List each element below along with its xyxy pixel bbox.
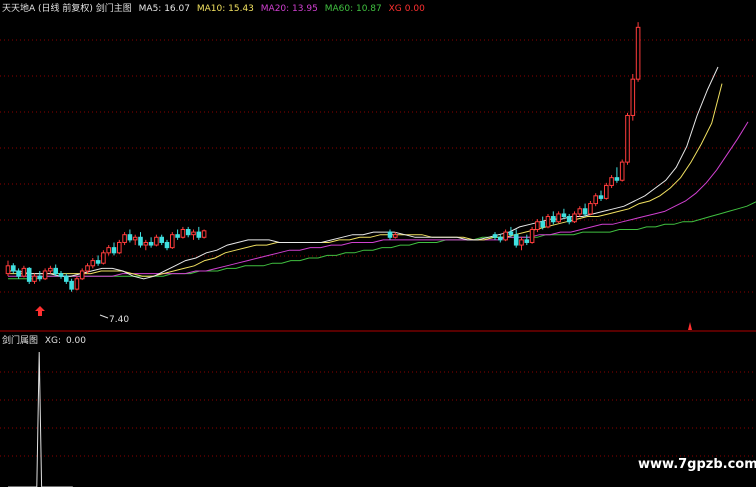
ma5-value: 16.07 [164,4,190,14]
candle [492,234,498,238]
candle [588,203,593,215]
ma20-value: 13.95 [292,4,318,14]
candle [519,239,524,246]
candle [164,241,170,249]
candle [101,252,106,264]
candle [122,234,127,243]
candle [16,270,21,277]
candle [577,208,583,215]
candle [53,267,59,275]
ma60-label: MA60 [325,4,351,14]
sub-title: 剑门属图 [2,334,38,346]
candle [32,275,37,282]
sub-xg-value: 0.00 [66,336,86,346]
low-annotation-leader [99,314,109,319]
candle [69,280,74,290]
watermark: www.7gpzb.com [638,457,756,472]
candle [513,234,519,246]
candle [185,229,191,236]
candle [201,230,207,238]
candle [42,270,48,280]
candle [561,213,567,218]
xg-label: XG [389,4,402,14]
ma10-label: MA10 [197,4,223,14]
ma20-label: MA20 [261,4,287,14]
ma60-value: 10.87 [356,4,382,14]
candle [540,221,546,228]
candle [529,229,535,243]
candle [551,216,556,223]
candle [26,267,32,282]
candle [48,267,53,272]
candle [175,234,180,238]
candle [535,221,540,231]
ma5-label: MA5 [139,4,159,14]
candle [566,216,572,223]
candle [503,231,508,241]
candle [85,265,90,272]
candle [154,236,159,246]
ma10-value: 15.43 [228,4,254,14]
candle [74,278,80,290]
buy-signal-arrow-icon [35,306,45,316]
xg-value: 0.00 [405,4,425,14]
candle [95,260,101,264]
candle [159,236,164,243]
sub-legend: 剑门属图 XG: 0.00 [2,334,86,346]
signal-marker-icon [688,322,692,330]
main-legend: 天天地A (日线 前复权) 剑门主图 MA5: 16.07 MA10: 15.4… [2,2,425,14]
candle [132,236,138,241]
candle [593,195,599,205]
chart-canvas: 7.40 天天地A (日线 前复权) 剑门主图 MA5: 16.07 MA10:… [0,2,756,487]
candle [582,208,588,215]
candle [498,236,503,241]
candle [37,275,43,280]
candle [604,184,609,199]
candle [58,273,64,277]
candle [11,265,16,272]
candle [191,231,196,236]
candle [138,236,143,246]
candle [170,234,175,249]
candle [111,247,117,254]
candle [630,78,636,116]
candle [5,265,11,275]
chart-window: 7.40 天天地A (日线 前复权) 剑门主图 MA5: 16.07 MA10:… [0,0,756,487]
candle [619,161,625,181]
candle [614,177,620,181]
candlesticks [5,22,641,292]
candle [148,241,154,246]
candle [609,177,614,186]
main-title: 天天地A (日线 前复权) 剑门主图 [2,2,132,14]
candle [545,216,551,228]
candle [625,114,630,163]
candle [90,260,96,267]
candle [64,275,69,282]
candle [79,270,85,280]
candle [556,213,561,223]
low-annotation: 7.40 [109,315,129,325]
candle [508,231,514,236]
candle [196,231,202,238]
candle [635,26,641,80]
candle [393,234,398,238]
candle [387,231,393,238]
candle [117,241,122,254]
candle [180,229,186,238]
candle [106,247,112,254]
markers: 7.40 [35,306,692,330]
candle [598,195,604,199]
candle [524,239,530,243]
candle [143,241,149,246]
candle [572,213,577,223]
candle [127,234,133,241]
candle [21,267,27,277]
sub-xg-label: XG: [45,336,61,346]
